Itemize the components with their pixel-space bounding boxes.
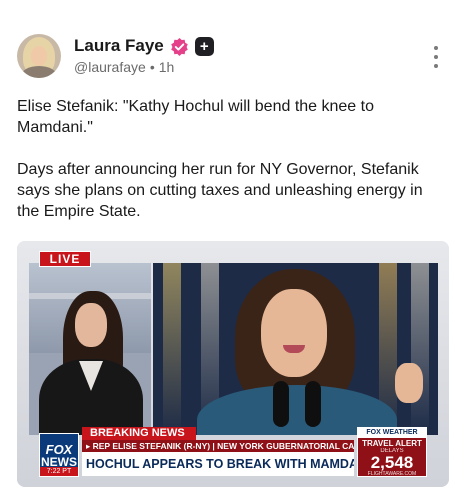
video-pane-left	[29, 263, 151, 435]
verified-badge-icon	[171, 37, 188, 56]
author-name-row: Laura Faye +	[74, 36, 214, 56]
weather-alert-subtitle: DELAYS	[380, 448, 404, 454]
video-pane-right	[153, 263, 438, 435]
pane-left-face	[75, 303, 107, 347]
microphone	[305, 381, 321, 427]
post-card: Laura Faye + @laurafaye • 1h Elise Stefa…	[0, 0, 467, 500]
post-text: Elise Stefanik: "Kathy Hochul will bend …	[17, 96, 447, 243]
microphone	[273, 381, 289, 427]
weather-source-site: FLIGHTAWARE.COM	[367, 471, 417, 477]
author-meta: @laurafaye • 1h	[74, 59, 174, 75]
more-vertical-icon[interactable]	[430, 46, 442, 68]
post-paragraph-1: Elise Stefanik: "Kathy Hochul will bend …	[17, 98, 374, 136]
news-lower-third: FOX NEWS 7:22 PT BREAKING NEWS ▸ REP ELI…	[17, 423, 449, 487]
pane-right-hand	[395, 363, 423, 403]
avatar[interactable]	[17, 34, 61, 78]
post-time: 1h	[158, 59, 175, 75]
broadcast-clock: 7:22 PT	[40, 467, 78, 476]
stage-light	[163, 263, 181, 435]
weather-alert-title: TRAVEL ALERT	[362, 439, 422, 448]
plus-badge-icon: +	[194, 36, 214, 56]
weather-delay-count: 2,548	[370, 453, 414, 472]
chyron-subhead: ▸ REP ELISE STEFANIK (R-NY) | NEW YORK G…	[82, 440, 354, 452]
network-name-top: FOX	[45, 441, 73, 457]
post-media-image[interactable]: LIVE FOX NEWS 7:22 PT BREAKING NEWS ▸ RE…	[17, 241, 449, 487]
avatar-face	[31, 46, 47, 66]
meta-separator: •	[149, 59, 155, 75]
weather-alert-box: FOX WEATHER TRAVEL ALERT DELAYS 2,548 FL…	[357, 427, 427, 477]
author-display-name[interactable]: Laura Faye	[74, 36, 164, 56]
author-handle[interactable]: @laurafaye	[74, 59, 146, 75]
breaking-news-label: BREAKING NEWS	[82, 427, 196, 440]
weather-brand: FOX WEATHER	[358, 428, 426, 438]
stage-light	[411, 263, 429, 435]
pane-right-face	[261, 289, 327, 377]
fox-news-logo: FOX NEWS 7:22 PT	[39, 433, 79, 477]
chyron-headline: HOCHUL APPEARS TO BREAK WITH MAMDANI ON …	[82, 452, 354, 476]
network-name-bottom: NEWS	[41, 454, 77, 469]
post-paragraph-2: Days after announcing her run for NY Gov…	[17, 161, 423, 220]
live-badge: LIVE	[39, 251, 91, 267]
